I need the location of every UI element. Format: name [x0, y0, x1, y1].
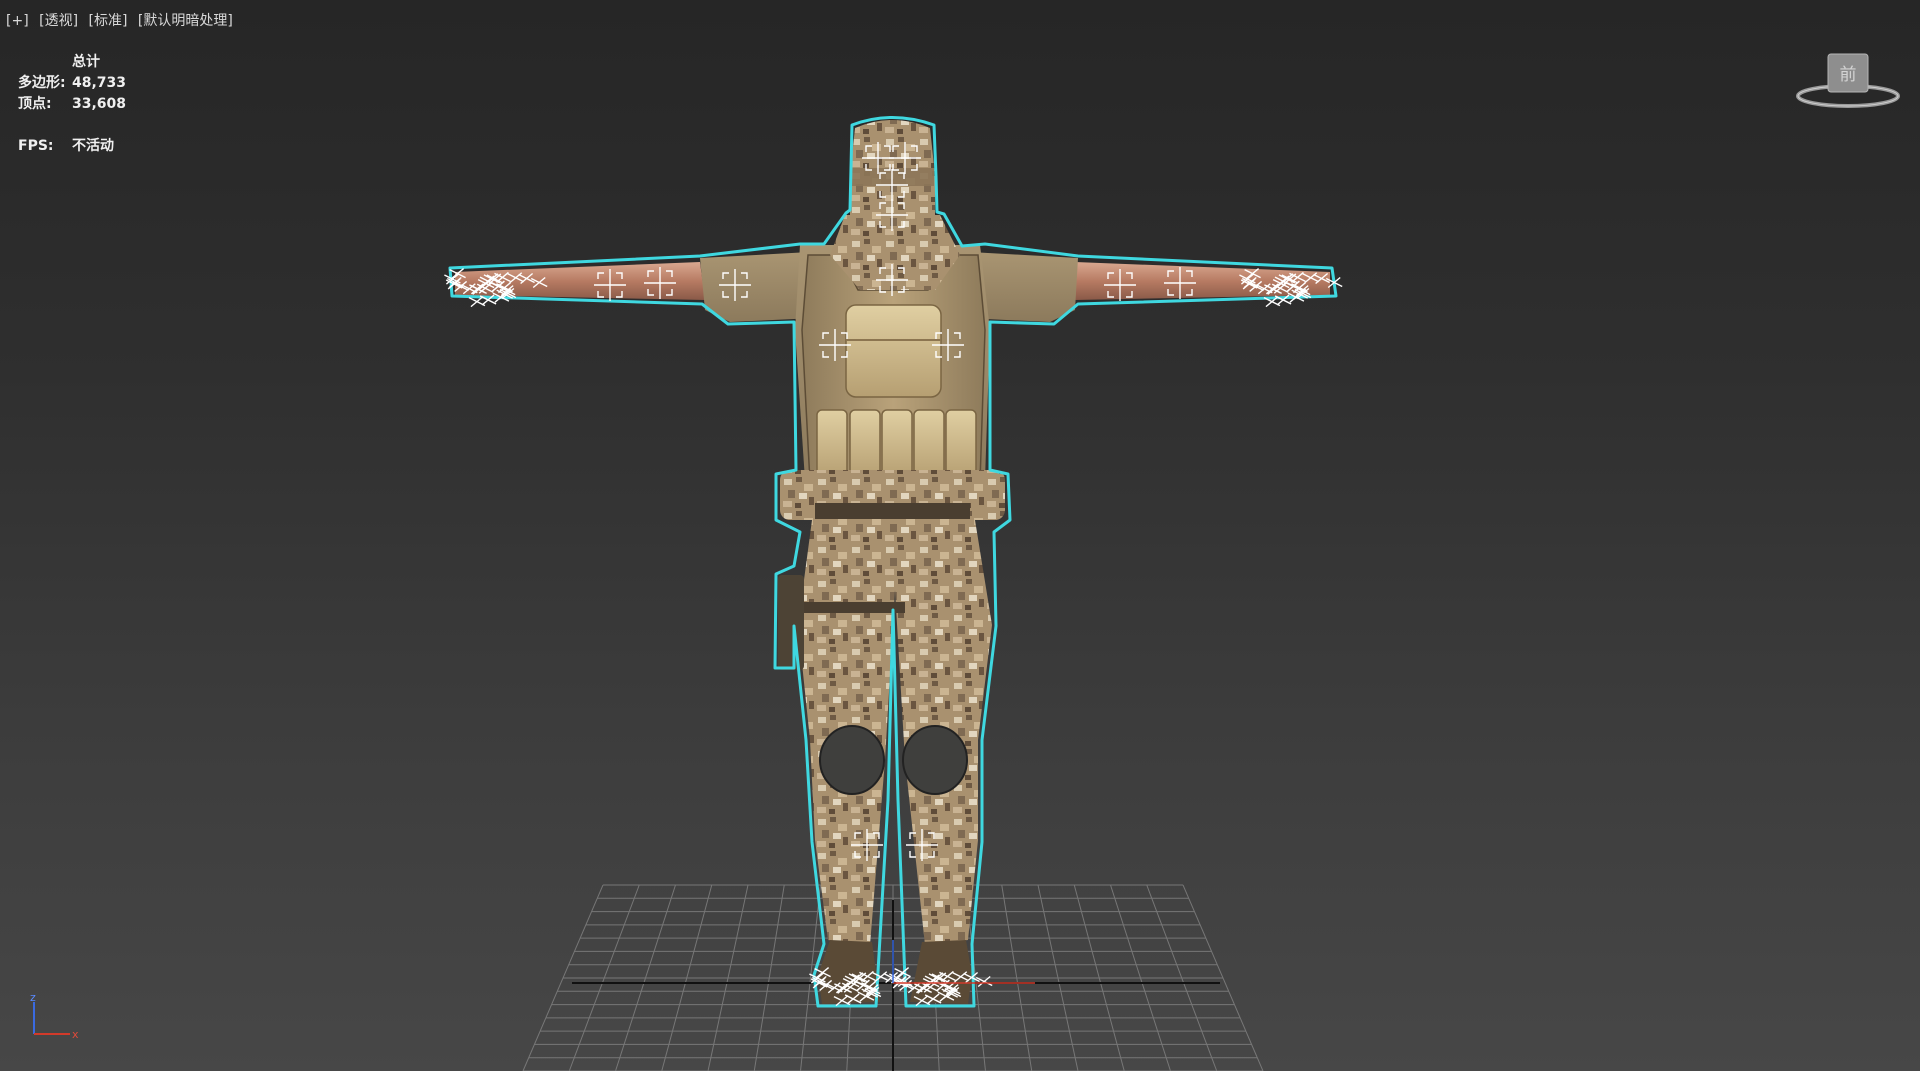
axis-tripod: z x [30, 992, 79, 1041]
thigh-strap [800, 602, 905, 613]
left-knee-pad [819, 725, 885, 795]
viewport-menu-shading[interactable]: [默认明暗处理] [138, 13, 233, 29]
axis-z-label: z [30, 992, 36, 1004]
soldier-model[interactable] [448, 116, 1338, 1008]
stats-verts-label: 顶点: [18, 96, 52, 112]
viewcube-front-label: 前 [1840, 65, 1857, 85]
stats-polys-row: 多边形: 48,733 [18, 73, 126, 94]
stats-fps-label: FPS: [18, 138, 54, 154]
axis-x-label: x [72, 1028, 79, 1041]
stats-polys-label: 多边形: [18, 75, 66, 91]
statistics-overlay: 总计 多边形: 48,733 顶点: 33,608 FPS: 不活动 [18, 52, 126, 157]
viewport-menu-view[interactable]: [透视] [39, 13, 78, 29]
right-knee-pad [902, 725, 968, 795]
stats-fps-row: FPS: 不活动 [18, 136, 126, 157]
viewcube[interactable]: 前 [1790, 48, 1906, 118]
stats-polys-value: 48,733 [72, 75, 127, 91]
stats-total-header: 总计 [72, 54, 100, 70]
belt-strap [815, 503, 970, 519]
scene-canvas[interactable] [0, 0, 1920, 1071]
viewport-menu-standard[interactable]: [标准] [89, 13, 128, 29]
magazine-pouches [816, 409, 977, 479]
viewport-menu-plus[interactable]: [+] [6, 13, 29, 29]
3d-viewport[interactable]: [+] [透视] [标准] [默认明暗处理] 总计 多边形: 48,733 顶点… [0, 0, 1920, 1071]
holster [778, 575, 804, 670]
stats-fps-value: 不活动 [72, 138, 114, 154]
vest-chest-pouch [845, 304, 942, 398]
stats-verts-value: 33,608 [72, 96, 127, 112]
viewport-label-menu: [+] [透视] [标准] [默认明暗处理] [6, 10, 239, 30]
stats-verts-row: 顶点: 33,608 [18, 94, 126, 115]
